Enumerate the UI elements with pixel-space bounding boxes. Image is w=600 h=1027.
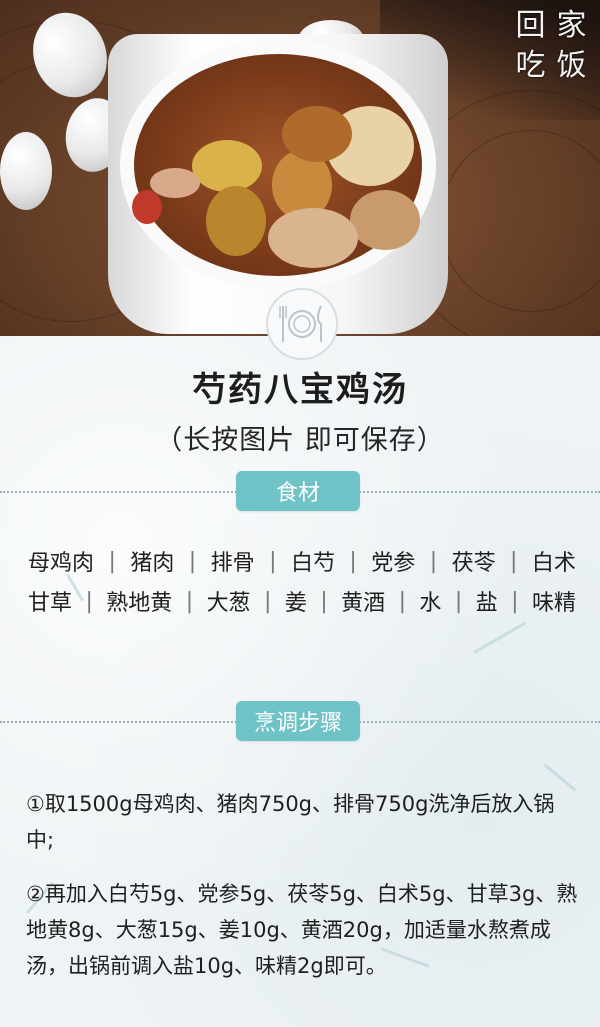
ingredient-row-2: 甘草 | 熟地黄 | 大葱 | 姜 | 黄酒 | 水 | 盐 | 味精 [28, 585, 576, 617]
ingredient-row-1: 母鸡肉 | 猪肉 | 排骨 | 白芍 | 党参 | 茯苓 | 白术 [28, 545, 576, 577]
ingredients-section-label: 食材 [236, 471, 360, 511]
ingredient-item: 味精 [531, 591, 576, 616]
plate-fork-knife-icon [266, 288, 338, 360]
ingredient-item: 白芍 [290, 551, 335, 576]
ingredient-item: 姜 [284, 591, 307, 616]
ingredient-item: 大葱 [206, 591, 251, 616]
ingredient-item: 水 [419, 591, 442, 616]
ingredient-item: 盐 [475, 591, 498, 616]
ingredient-item: 猪肉 [130, 551, 175, 576]
ingredient-item: 白术 [531, 551, 576, 576]
ingredient-item: 甘草 [28, 591, 73, 616]
step-2: ②再加入白芍5g、党参5g、茯苓5g、白术5g、甘草3g、熟地黄8g、大葱15g… [26, 882, 578, 978]
ingredient-item: 排骨 [210, 551, 255, 576]
ingredient-item: 熟地黄 [106, 591, 173, 616]
hero-photo: 回 家 吃 饭 [0, 0, 600, 336]
ingredient-item: 党参 [371, 551, 416, 576]
steps-section-label: 烹调步骤 [236, 701, 360, 741]
ingredient-item: 茯苓 [451, 551, 496, 576]
recipe-title: 芍药八宝鸡汤 [192, 370, 408, 410]
brand-logo: 回 家 吃 饭 [515, 8, 587, 83]
ingredient-item: 黄酒 [341, 591, 386, 616]
save-hint: （长按图片 即可保存） [155, 425, 445, 456]
step-1: ①取1500g母鸡肉、猪肉750g、排骨750g洗净后放入锅中; [26, 792, 555, 852]
ingredient-item: 母鸡肉 [28, 551, 95, 576]
